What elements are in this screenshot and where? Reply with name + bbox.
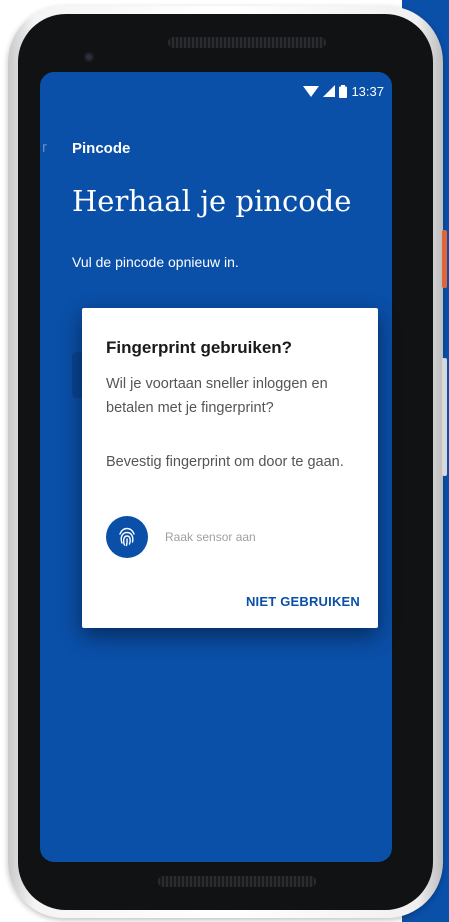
dont-use-button[interactable]: NIET GEBRUIKEN [246,594,360,609]
power-button [442,230,447,288]
page-title: Herhaal je pincode [72,184,352,218]
toolbar-title: Pincode [72,140,131,157]
dialog-instruction: Bevestig fingerprint om door te gaan. [106,454,344,470]
dialog-title: Fingerprint gebruiken? [106,338,293,357]
sensor-row: Raak sensor aan [106,516,256,558]
fingerprint-icon [106,516,148,558]
status-time: 13:37 [351,83,384,99]
signal-icon [323,85,336,97]
sensor-hint: Raak sensor aan [165,530,256,544]
page-subtitle: Vul de pincode opnieuw in. [72,254,239,270]
wifi-icon [303,85,320,97]
previous-screen-peek: r [42,139,47,156]
fingerprint-dialog: Fingerprint gebruiken? Wil je voortaan s… [82,308,378,628]
dialog-body: Wil je voortaan sneller inloggen en beta… [106,376,328,416]
front-camera [84,52,94,62]
bottom-speaker [158,876,316,887]
volume-button [442,358,447,476]
status-bar: 13:37 [303,82,384,100]
battery-icon [339,84,348,98]
phone-frame: 13:37 r Pincode Herhaal je pincode Vul d… [8,6,447,918]
earpiece-speaker [168,37,326,48]
